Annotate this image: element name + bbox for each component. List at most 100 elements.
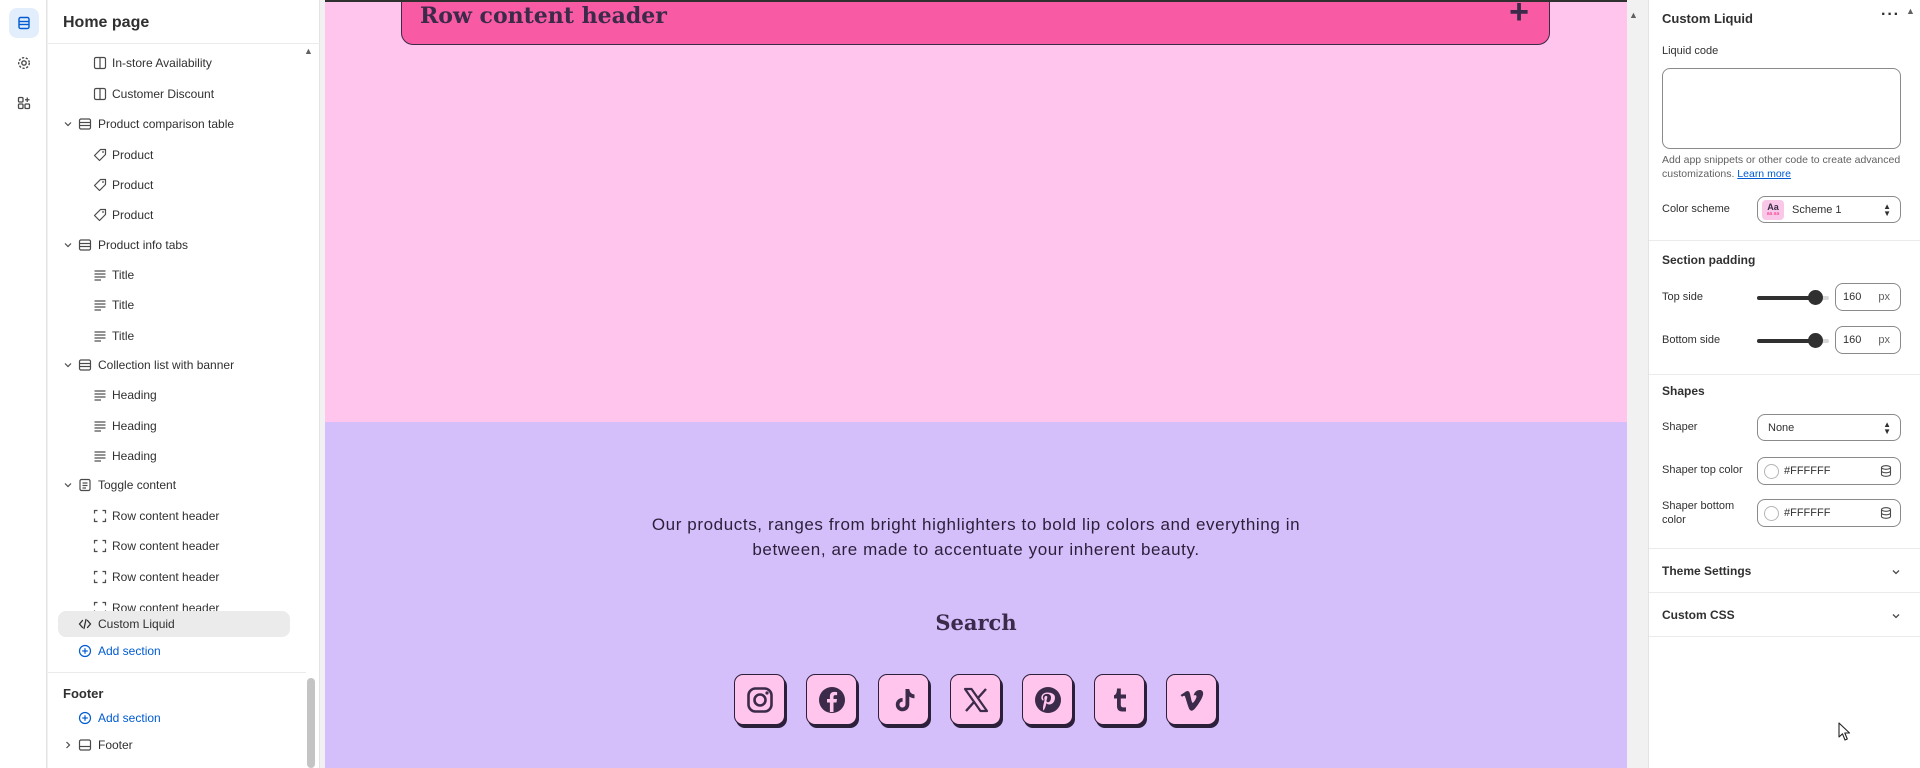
instagram-icon <box>746 686 773 713</box>
tree-item-label: Customer Discount <box>112 87 215 101</box>
tree-item-label: Collection list with banner <box>98 358 235 372</box>
top-side-slider[interactable] <box>1757 290 1829 305</box>
slider-thumb[interactable] <box>1807 290 1823 305</box>
block-heading[interactable]: Heading <box>48 413 306 439</box>
liquid-code-input[interactable] <box>1662 68 1901 149</box>
tree-item-label: Title <box>112 329 135 343</box>
block-customer-discount[interactable]: Customer Discount <box>48 81 306 107</box>
block-in-store-availability[interactable]: In-store Availability <box>48 50 306 76</box>
instagram-link[interactable] <box>734 674 785 725</box>
tree-item-label: Row content header <box>112 570 220 584</box>
section-footer[interactable]: Footer <box>48 732 306 758</box>
more-actions-icon[interactable]: ··· <box>1881 6 1900 24</box>
x-link[interactable] <box>950 674 1001 725</box>
slider-thumb[interactable] <box>1807 333 1823 348</box>
learn-more-link[interactable]: Learn more <box>1737 168 1791 180</box>
section-toggle-content[interactable]: Toggle content <box>48 472 306 498</box>
select-caret-icon: ▲ ▼ <box>1883 202 1891 218</box>
x-icon <box>963 687 988 712</box>
search-heading: Search <box>935 610 1017 635</box>
shaper-top-color-input[interactable]: #FFFFFF <box>1757 457 1901 485</box>
top-side-input[interactable]: 160 px <box>1835 283 1901 311</box>
tumblr-link[interactable] <box>1094 674 1145 725</box>
color-scheme-select[interactable]: Aa aa aa Scheme 1 ▲ ▼ <box>1757 196 1901 223</box>
add-section-label: Add section <box>98 711 161 725</box>
block-row-content-header[interactable]: Row content header <box>48 564 306 590</box>
accordion-row-header[interactable]: Row content header + <box>401 2 1550 45</box>
block-product[interactable]: Product <box>48 172 306 198</box>
store-preview: Row content header + Our products, range… <box>325 0 1627 768</box>
tiktok-link[interactable] <box>878 674 929 725</box>
bottom-side-input[interactable]: 160 px <box>1835 326 1901 354</box>
section-icon <box>77 357 93 373</box>
section-collection-list-with-banner[interactable]: Collection list with banner <box>48 352 306 378</box>
block-row-content-header[interactable]: Row content header <box>48 533 306 559</box>
database-icon[interactable] <box>1879 464 1893 481</box>
tag-icon <box>92 177 108 193</box>
block-title[interactable]: Title <box>48 262 306 288</box>
footer-add-section-button[interactable]: Add section <box>48 705 306 731</box>
liquid-help-text: Add app snippets or other code to create… <box>1662 153 1901 181</box>
add-section-button[interactable]: Add section <box>48 638 306 664</box>
preview-scroll-up-icon[interactable]: ▲ <box>1629 10 1638 20</box>
theme-settings-nav-button[interactable] <box>9 48 39 78</box>
block-heading[interactable]: Heading <box>48 382 306 408</box>
bottom-side-label: Bottom side <box>1662 334 1721 346</box>
chevron-down-icon[interactable] <box>62 239 74 251</box>
block-product[interactable]: Product <box>48 142 306 168</box>
block-title[interactable]: Title <box>48 292 306 318</box>
sections-nav-button[interactable] <box>9 8 39 38</box>
facebook-link[interactable] <box>806 674 857 725</box>
panel-title: Custom Liquid <box>1662 11 1753 26</box>
theme-settings-toggle[interactable]: Theme Settings <box>1662 564 1902 584</box>
apps-icon <box>17 96 31 110</box>
shaper-bottom-color-label: Shaper bottom color <box>1662 500 1735 526</box>
section-icon <box>77 737 93 753</box>
sections-icon <box>18 16 30 30</box>
scroll-up-arrow-icon[interactable]: ▲ <box>304 46 313 56</box>
slider-fill <box>1757 339 1815 343</box>
chevron-down-icon[interactable] <box>62 118 74 130</box>
database-icon[interactable] <box>1879 506 1893 523</box>
section-custom-liquid[interactable]: Custom Liquid <box>58 611 290 637</box>
chevron-down-icon[interactable] <box>62 479 74 491</box>
text-icon <box>92 448 108 464</box>
section-icon <box>77 237 93 253</box>
chevron-down-icon[interactable] <box>62 359 74 371</box>
section-icon <box>77 116 93 132</box>
unit-label: px <box>1878 291 1890 303</box>
block-product[interactable]: Product <box>48 202 306 228</box>
apps-nav-button[interactable] <box>9 88 39 118</box>
block-row-content-header[interactable]: Row content header <box>48 503 306 529</box>
shaper-select[interactable]: None ▲ ▼ <box>1757 414 1901 441</box>
section-product-info-tabs[interactable]: Product info tabs <box>48 232 306 258</box>
vimeo-link[interactable] <box>1166 674 1217 725</box>
sidebar-scrollbar[interactable] <box>307 678 315 768</box>
tree-item-label: Product <box>112 178 154 192</box>
pinterest-link[interactable] <box>1022 674 1073 725</box>
panel-scroll-up-icon[interactable]: ▲ <box>1906 6 1915 16</box>
section-product-comparison-table[interactable]: Product comparison table <box>48 111 306 137</box>
divider <box>1649 548 1920 549</box>
color-scheme-label: Color scheme <box>1662 203 1730 215</box>
block-title[interactable]: Title <box>48 323 306 349</box>
tree-item-label: Footer <box>98 738 133 752</box>
tree-item-label: Heading <box>112 449 157 463</box>
block-heading[interactable]: Heading <box>48 443 306 469</box>
color-swatch[interactable] <box>1764 506 1779 521</box>
plus-icon[interactable]: + <box>1509 2 1529 29</box>
unit-label: px <box>1878 334 1890 346</box>
shaper-top-color-value: #FFFFFF <box>1784 465 1831 477</box>
chevron-right-icon[interactable] <box>62 739 74 751</box>
section-icon <box>77 477 93 493</box>
tree-item-label: Toggle content <box>98 478 177 492</box>
tree-item-label: Row content header <box>112 539 220 553</box>
custom-css-toggle[interactable]: Custom CSS <box>1662 608 1902 628</box>
shaper-bottom-color-value: #FFFFFF <box>1784 507 1831 519</box>
color-swatch[interactable] <box>1764 464 1779 479</box>
bottom-side-slider[interactable] <box>1757 333 1829 348</box>
tumblr-icon <box>1113 688 1126 711</box>
color-scheme-value: Scheme 1 <box>1792 203 1842 216</box>
shaper-bottom-color-input[interactable]: #FFFFFF <box>1757 499 1901 527</box>
tree-item-label: Product <box>112 208 154 222</box>
